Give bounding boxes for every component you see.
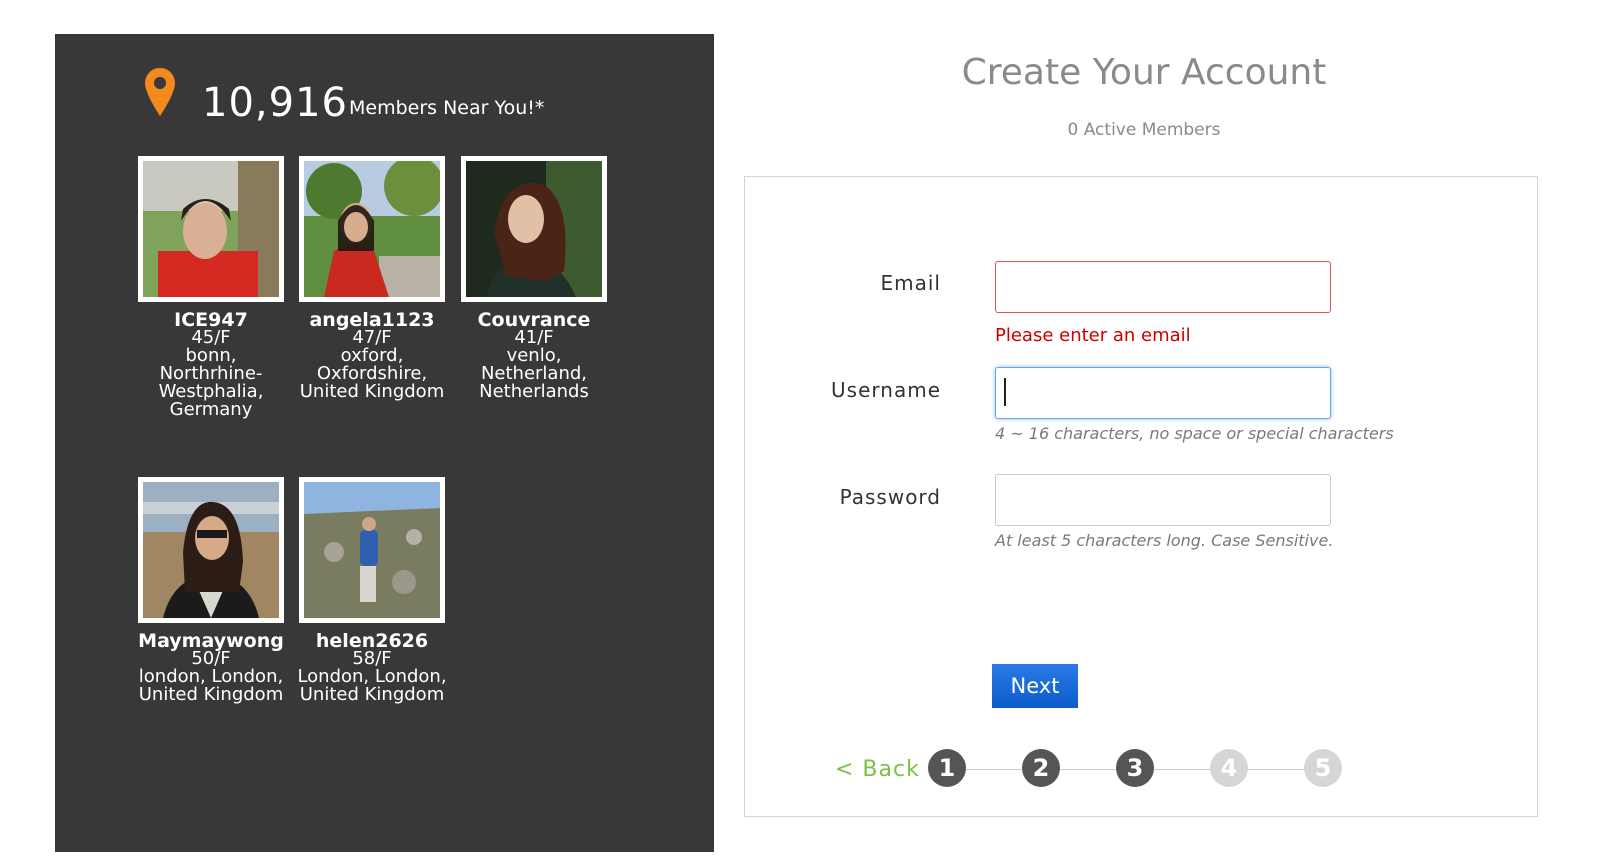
password-hint: At least 5 characters long. Case Sensiti… [995,531,1334,550]
username-field[interactable] [995,367,1331,419]
member-location-line: United Kingdom [299,381,445,402]
next-button[interactable]: Next [992,664,1078,708]
member-card[interactable]: angela1123 47/F oxford, Oxfordshire, Uni… [287,156,457,401]
page-title: Create Your Account [961,52,1327,93]
member-location-line: United Kingdom [138,684,284,705]
step-indicator: 1 2 3 4 5 [928,749,1348,789]
member-card[interactable]: ICE947 45/F bonn, Northrhine- Westphalia… [126,156,296,419]
active-members-count: 0 Active Members [1067,120,1221,140]
step-connector [966,769,1022,770]
text-caret [1004,378,1006,406]
member-photo[interactable] [299,477,445,623]
step-2: 2 [1022,749,1060,787]
email-error: Please enter an email [995,325,1191,346]
members-header: 10,916 Members Near You!* [55,34,714,174]
location-pin-icon [145,68,175,116]
password-label: Password [839,485,941,509]
member-location-line: Netherlands [479,381,589,402]
username-label: Username [831,378,941,402]
password-field[interactable] [995,474,1331,526]
email-field[interactable] [995,261,1331,313]
member-card[interactable]: Maymaywong 50/F london, London, United K… [126,477,296,704]
step-4: 4 [1210,749,1248,787]
member-photo[interactable] [138,477,284,623]
email-label: Email [880,271,941,295]
member-photo[interactable] [461,156,607,302]
step-5: 5 [1304,749,1342,787]
member-photo[interactable] [138,156,284,302]
members-count: 10,916 [202,80,348,126]
step-connector [1248,769,1304,770]
step-1: 1 [928,749,966,787]
members-count-label: Members Near You!* [349,97,545,119]
step-connector [1060,769,1116,770]
signup-form: Email Please enter an email Username 4 ~… [744,176,1538,817]
member-card[interactable]: Couvrance 41/F venlo, Netherland, Nether… [449,156,619,401]
username-hint: 4 ~ 16 characters, no space or special c… [995,424,1394,443]
member-location-line: Germany [169,399,253,420]
members-near-panel: 10,916 Members Near You!* ICE947 45/F bo… [55,34,714,852]
step-connector [1154,769,1210,770]
member-photo[interactable] [299,156,445,302]
step-3: 3 [1116,749,1154,787]
member-card[interactable]: helen2626 58/F London, London, United Ki… [287,477,457,704]
member-location-line: United Kingdom [299,684,445,705]
back-link[interactable]: < Back [835,757,920,782]
